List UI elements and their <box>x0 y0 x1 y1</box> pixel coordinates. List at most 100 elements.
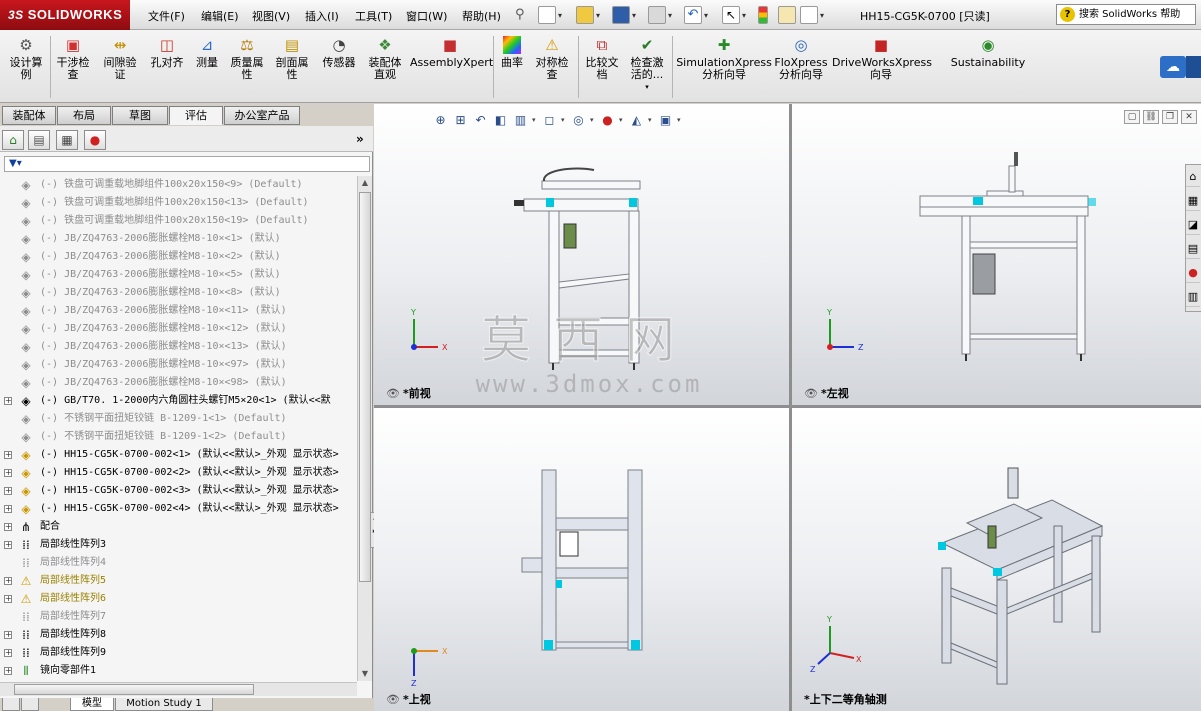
save-button[interactable]: ▾ <box>612 5 636 25</box>
tree-item[interactable]: ◈ (-) JB/ZQ4763-2006膨胀螺栓M8-10×<11> (默认) <box>0 302 357 320</box>
tree-item[interactable]: + ◈ (-) HH15-CG5K-0700-002<2> (默认<<默认>_外观 … <box>0 464 357 482</box>
print-button[interactable]: ▾ <box>648 5 672 25</box>
undo-button[interactable]: ↶ ▾ <box>684 5 708 25</box>
cloud-icon[interactable]: ☁ <box>1160 56 1186 78</box>
options-button[interactable]: ▾ <box>800 5 824 25</box>
pin-menu-icon[interactable]: ⚲ <box>515 7 525 22</box>
expand-toggle-icon[interactable]: + <box>4 487 12 495</box>
tool-assemblyxpert[interactable]: ■ AssemblyXpert <box>410 36 493 69</box>
tool-check-active[interactable]: ✔ 检查激 活的... ▾ <box>626 36 668 93</box>
graphics-area[interactable]: ⊕ ⊞ ↶ ◧ ▥ ▾ ◻ ▾ ◎ ▾ ● ▾ ◭ ▾ ▣ ▾ X Y 👁 *前… <box>374 104 1201 711</box>
new-button[interactable]: ▾ <box>538 5 562 25</box>
design-library-icon[interactable]: ▦ <box>1186 191 1200 211</box>
menu-window[interactable]: 窗口(W) <box>406 8 447 24</box>
tool-interference-check[interactable]: ▣ 干涉检 查 <box>53 36 93 81</box>
tool-clearance-verify[interactable]: ⇹ 间隙验 证 <box>100 36 140 81</box>
solidworks-resources-icon[interactable]: ⌂ <box>1186 167 1200 187</box>
menu-insert[interactable]: 插入(I) <box>305 8 339 24</box>
solidworks-logo[interactable]: 3S SOLIDWORKS <box>0 0 130 30</box>
tree-filter-input[interactable]: ▼▾ <box>4 156 370 172</box>
menu-file[interactable]: 文件(F) <box>148 8 185 24</box>
tool-assembly-visualization[interactable]: ❖ 装配体 直观 <box>364 36 406 81</box>
file-explorer-icon[interactable]: ◪ <box>1186 215 1200 235</box>
tree-item[interactable]: + ⁞⁞ 局部线性阵列9 <box>0 644 357 662</box>
tool-mass-properties[interactable]: ⚖ 质量属 性 <box>227 36 267 81</box>
tree-vertical-scrollbar[interactable]: ▲ ▼ <box>357 176 372 681</box>
configuration-manager-tab-icon[interactable]: ▦ <box>56 130 78 150</box>
scroll-down-icon[interactable]: ▼ <box>358 667 372 681</box>
scroll-up-icon[interactable]: ▲ <box>358 176 372 190</box>
rebuild-button[interactable] <box>758 5 768 25</box>
tab-assembly[interactable]: 装配体 <box>2 106 56 125</box>
tab-sketch[interactable]: 草图 <box>112 106 168 125</box>
tree-item[interactable]: ◈ (-) JB/ZQ4763-2006膨胀螺栓M8-10×<8> (默认) <box>0 284 357 302</box>
tree-item[interactable]: ◈ (-) JB/ZQ4763-2006膨胀螺栓M8-10×<1> (默认) <box>0 230 357 248</box>
expand-toggle-icon[interactable]: + <box>4 577 12 585</box>
viewport-top[interactable]: X Z 👁 *上视 <box>374 408 789 711</box>
hscroll-thumb[interactable] <box>14 684 254 695</box>
tool-simulationxpress[interactable]: ✚ SimulationXpress 分析向导 <box>676 36 772 81</box>
tree-item[interactable]: ◈ (-) JB/ZQ4763-2006膨胀螺栓M8-10×<97> (默认) <box>0 356 357 374</box>
tool-symmetry-check[interactable]: ⚠ 对称检 查 <box>530 36 574 81</box>
expand-toggle-icon[interactable]: + <box>4 595 12 603</box>
tree-item[interactable]: ◈ (-) 铁盘可调重载地脚组件100x20x150<13> (Default) <box>0 194 357 212</box>
tree-item[interactable]: ⁞⁞ 局部线性阵列4 <box>0 554 357 572</box>
tree-item[interactable]: ◈ (-) JB/ZQ4763-2006膨胀螺栓M8-10×<98> (默认) <box>0 374 357 392</box>
tree-item[interactable]: ◈ (-) 铁盘可调重载地脚组件100x20x150<19> (Default) <box>0 212 357 230</box>
viewport-isometric[interactable]: X Y Z *上下二等角轴测 <box>792 408 1201 711</box>
expand-toggle-icon[interactable]: + <box>4 469 12 477</box>
tree-item[interactable]: + ◈ (-) HH15-CG5K-0700-002<4> (默认<<默认>_外观 … <box>0 500 357 518</box>
custom-properties-icon[interactable]: ▥ <box>1186 287 1200 307</box>
expand-toggle-icon[interactable]: + <box>4 667 12 675</box>
property-manager-tab-icon[interactable]: ▤ <box>28 130 50 150</box>
tool-section-properties[interactable]: ▤ 剖面属 性 <box>272 36 312 81</box>
tab-model[interactable]: 模型 <box>70 698 114 711</box>
menu-view[interactable]: 视图(V) <box>252 8 290 24</box>
tree-item[interactable]: + ⁞⁞ 局部线性阵列8 <box>0 626 357 644</box>
expand-toggle-icon[interactable]: + <box>4 451 12 459</box>
tab-nav-prev[interactable] <box>21 698 39 711</box>
tree-item[interactable]: + ⚠ 局部线性阵列6 <box>0 590 357 608</box>
expand-toggle-icon[interactable]: + <box>4 505 12 513</box>
tool-hole-align[interactable]: ◫ 孔对齐 <box>146 36 188 69</box>
tab-motion-study[interactable]: Motion Study 1 <box>115 698 213 711</box>
expand-toggle-icon[interactable]: + <box>4 523 12 531</box>
expand-panel-chevron-icon[interactable]: » <box>356 132 364 146</box>
tree-item[interactable]: ◈ (-) JB/ZQ4763-2006膨胀螺栓M8-10×<2> (默认) <box>0 248 357 266</box>
menu-help[interactable]: 帮助(H) <box>462 8 501 24</box>
tool-driveworksxpress[interactable]: ■ DriveWorksXpress 向导 <box>832 36 932 81</box>
tree-item[interactable]: ◈ (-) 不锈钢平面扭矩铰链 B-1209-1<1> (Default) <box>0 410 357 428</box>
view-palette-icon[interactable]: ▤ <box>1186 239 1200 259</box>
select-button[interactable]: ↖ ▾ <box>722 5 746 25</box>
tree-item[interactable]: + ◈ (-) HH15-CG5K-0700-002<1> (默认<<默认>_外观 … <box>0 446 357 464</box>
tool-measure[interactable]: ⊿ 测量 <box>191 36 223 69</box>
tab-layout[interactable]: 布局 <box>57 106 111 125</box>
tool-floxpress[interactable]: ◎ FloXpress 分析向导 <box>774 36 828 81</box>
check-active-dropdown-icon[interactable]: ▾ <box>626 81 668 93</box>
expand-toggle-icon[interactable]: + <box>4 397 12 405</box>
tool-sensor[interactable]: ◔ 传感器 <box>318 36 360 69</box>
feature-manager-tab-icon[interactable]: ⌂ <box>2 130 24 150</box>
tree-item[interactable]: ⁞⁞ 局部线性阵列7 <box>0 608 357 626</box>
tree-item[interactable]: ◈ (-) JB/ZQ4763-2006膨胀螺栓M8-10×<12> (默认) <box>0 320 357 338</box>
tree-item[interactable]: + ⚠ 局部线性阵列5 <box>0 572 357 590</box>
tool-design-study[interactable]: ⚙ 设计算 例 <box>4 36 48 81</box>
tree-item[interactable]: + ◈ (-) GB/T70. 1-2000内六角圆柱头螺钉M5×20<1> (默认… <box>0 392 357 410</box>
tree-item[interactable]: + ⋔ 配合 <box>0 518 357 536</box>
tab-nav-first[interactable] <box>2 698 20 711</box>
expand-toggle-icon[interactable]: + <box>4 649 12 657</box>
tree-item[interactable]: + ◈ (-) HH15-CG5K-0700-002<3> (默认<<默认>_外观 … <box>0 482 357 500</box>
tree-item[interactable]: ◈ (-) JB/ZQ4763-2006膨胀螺栓M8-10×<5> (默认) <box>0 266 357 284</box>
appearance-manager-tab-icon[interactable]: ● <box>84 130 106 150</box>
expand-toggle-icon[interactable]: + <box>4 541 12 549</box>
tab-office-products[interactable]: 办公室产品 <box>224 106 300 125</box>
open-button[interactable]: ▾ <box>576 5 600 25</box>
viewport-front[interactable]: ⊕ ⊞ ↶ ◧ ▥ ▾ ◻ ▾ ◎ ▾ ● ▾ ◭ ▾ ▣ ▾ X Y 👁 *前… <box>374 104 789 405</box>
tree-item[interactable]: ◈ (-) 铁盘可调重载地脚组件100x20x150<9> (Default) <box>0 176 357 194</box>
tab-evaluate[interactable]: 评估 <box>169 106 223 125</box>
file-properties-button[interactable] <box>778 5 796 25</box>
viewport-left[interactable]: ▢ ⛓ ❐ ✕ Z Y 👁 *左视 <box>792 104 1201 405</box>
tree-item[interactable]: + ⁞⁞ 局部线性阵列3 <box>0 536 357 554</box>
tree-horizontal-scrollbar[interactable] <box>0 682 357 696</box>
tree-item[interactable]: ◈ (-) 不锈钢平面扭矩铰链 B-1209-1<2> (Default) <box>0 428 357 446</box>
